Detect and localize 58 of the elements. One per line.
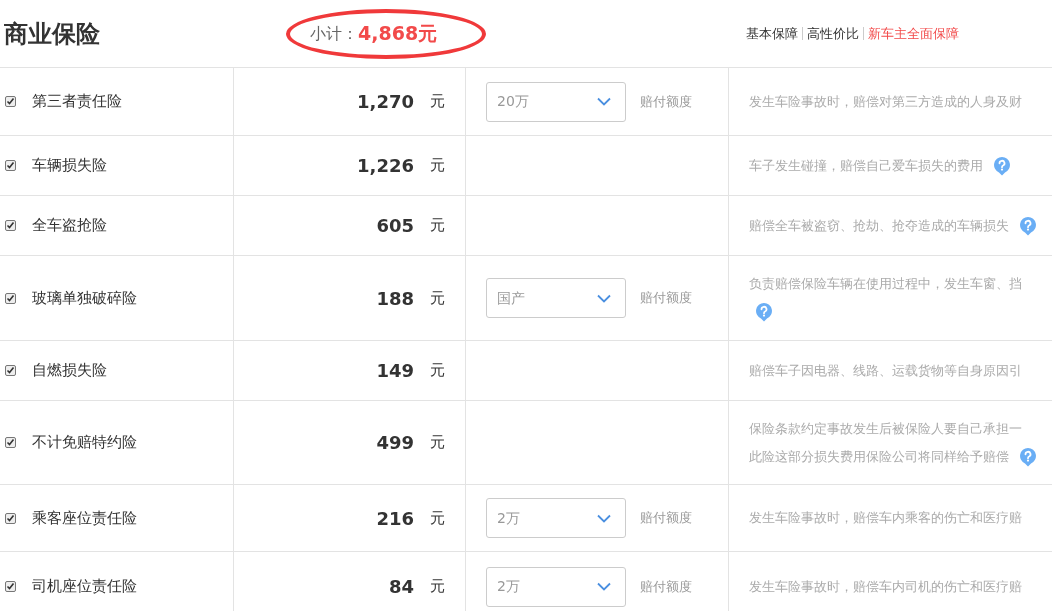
checkbox[interactable] <box>5 96 16 107</box>
currency-unit: 元 <box>430 215 445 237</box>
description-text: 负责赔偿保险车辆在使用过程中，发生车窗、挡 <box>749 275 1022 294</box>
price: 605 <box>376 214 414 238</box>
coverage-note: 赔付额度 <box>640 92 692 111</box>
description-text: 赔偿全车被盗窃、抢劫、抢夺造成的车辆损失 <box>749 216 1009 235</box>
price: 188 <box>376 286 414 311</box>
insurance-name: 全车盗抢险 <box>32 215 107 237</box>
description-text: 发生车险事故时，赔偿对第三方造成的人身及财 <box>749 92 1022 111</box>
currency-unit: 元 <box>430 287 445 309</box>
description-text: 发生车险事故时，赔偿车内乘客的伤亡和医疗赔 <box>749 509 1022 528</box>
coverage-note: 赔付额度 <box>640 509 692 528</box>
price: 149 <box>376 359 414 383</box>
currency-unit: 元 <box>430 576 445 598</box>
price: 84 <box>388 575 414 599</box>
price: 499 <box>376 431 414 455</box>
checkbox[interactable] <box>5 220 16 231</box>
description-text: 赔偿车子因电器、线路、运载货物等自身原因引 <box>749 361 1022 380</box>
insurance-name: 车辆损失险 <box>32 155 107 177</box>
price: 1,226 <box>357 154 414 178</box>
insurance-name: 乘客座位责任险 <box>32 507 137 529</box>
coverage-select[interactable]: 20万 <box>486 81 626 122</box>
checkbox[interactable] <box>5 512 16 524</box>
currency-unit: 元 <box>430 91 445 113</box>
insurance-name: 第三者责任险 <box>32 91 122 113</box>
chevron-down-icon <box>597 582 611 591</box>
checkbox[interactable] <box>5 437 16 448</box>
checkbox[interactable] <box>5 365 16 376</box>
currency-unit: 元 <box>430 155 445 177</box>
plan-link[interactable]: 基本保障 <box>746 23 798 44</box>
currency-unit: 元 <box>430 432 445 454</box>
chevron-down-icon <box>597 97 611 106</box>
chevron-down-icon <box>597 513 611 523</box>
coverage-note: 赔付额度 <box>640 577 692 596</box>
description-text: 发生车险事故时，赔偿车内司机的伤亡和医疗赔 <box>749 577 1022 596</box>
checkbox[interactable] <box>5 292 16 304</box>
coverage-note: 赔付额度 <box>640 289 692 308</box>
checkbox[interactable] <box>5 160 16 171</box>
plan-link[interactable]: 高性价比 <box>807 23 859 44</box>
insurance-name: 不计免赔特约险 <box>32 432 137 454</box>
subtotal-value: 4,868元 <box>358 21 438 47</box>
description-text: 车子发生碰撞，赔偿自己爱车损失的费用 <box>749 156 983 175</box>
insurance-name: 司机座位责任险 <box>32 576 137 598</box>
description-text: 此险这部分损失费用保险公司将同样给予赔偿 <box>749 447 1009 466</box>
currency-unit: 元 <box>430 360 445 382</box>
section-title: 商业保险 <box>4 18 101 50</box>
currency-unit: 元 <box>430 507 445 529</box>
coverage-select[interactable]: 2万 <box>486 566 626 607</box>
insurance-name: 玻璃单独破碎险 <box>32 287 137 309</box>
chevron-down-icon <box>597 293 611 303</box>
coverage-select[interactable]: 国产 <box>486 278 626 318</box>
price: 1,270 <box>357 90 414 114</box>
price: 216 <box>376 506 414 531</box>
checkbox[interactable] <box>5 581 16 592</box>
subtotal-label: 小计： <box>310 22 358 45</box>
insurance-name: 自燃损失险 <box>32 360 107 382</box>
plan-link[interactable]: 新车主全面保障 <box>868 23 959 44</box>
coverage-select[interactable]: 2万 <box>486 498 626 538</box>
